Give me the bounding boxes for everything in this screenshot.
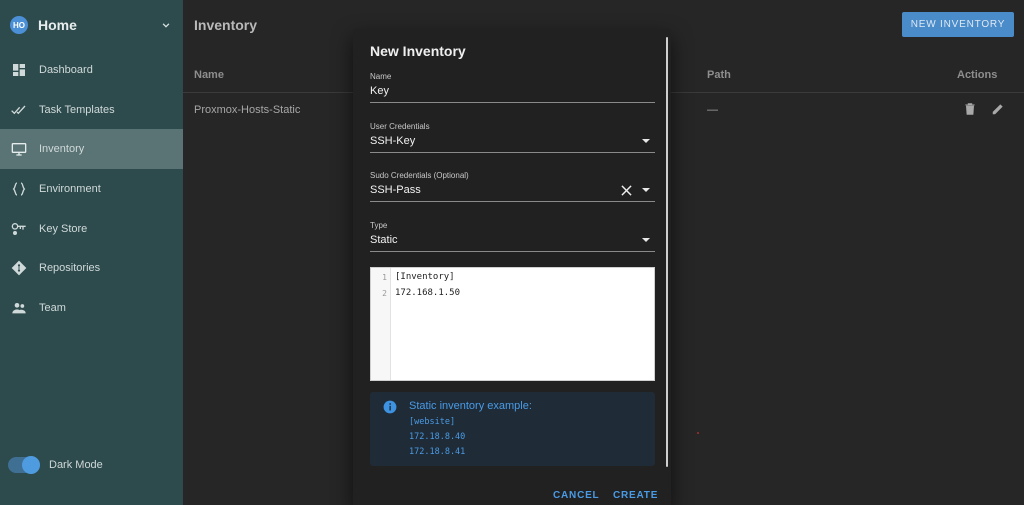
dialog-scrollbar[interactable] <box>666 37 668 467</box>
sidebar-nav: Dashboard Task Templates Inventory Envir… <box>0 50 183 328</box>
monitor-icon <box>10 140 28 158</box>
delete-icon[interactable] <box>963 102 977 116</box>
chevron-down-icon[interactable] <box>159 18 173 32</box>
line-number: 2 <box>382 289 387 298</box>
sudo-credentials-value[interactable]: SSH-Pass <box>370 184 621 196</box>
user-credentials-underline <box>370 152 655 153</box>
info-example-line: [website] <box>409 417 456 427</box>
info-example-line: 172.18.8.40 <box>409 432 466 442</box>
name-label: Name <box>370 72 392 81</box>
type-underline <box>370 251 655 252</box>
new-inventory-dialog: New Inventory Name Key User Credentials … <box>353 29 671 505</box>
dashboard-icon <box>10 61 28 79</box>
sidebar-item-inventory[interactable]: Inventory <box>0 129 183 170</box>
code-line[interactable]: [Inventory] <box>395 272 455 282</box>
dropdown-arrow-icon[interactable] <box>642 139 650 143</box>
info-title: Static inventory example: <box>409 400 532 412</box>
key-icon <box>10 220 28 238</box>
name-field[interactable]: Name Key <box>370 72 655 103</box>
inventory-code-editor[interactable]: 1 2 [Inventory] 172.168.1.50 <box>370 267 655 381</box>
dropdown-arrow-icon[interactable] <box>642 188 650 192</box>
user-credentials-value[interactable]: SSH-Key <box>370 135 642 147</box>
sidebar-item-repositories[interactable]: Repositories <box>0 248 183 288</box>
sidebar-item-key-store[interactable]: Key Store <box>0 209 183 249</box>
sudo-credentials-label: Sudo Credentials (Optional) <box>370 171 469 180</box>
clear-icon[interactable] <box>621 184 632 196</box>
project-title: Home <box>38 17 77 33</box>
row-name[interactable]: Proxmox-Hosts-Static <box>194 104 300 116</box>
column-header-name[interactable]: Name <box>194 69 224 81</box>
column-header-path[interactable]: Path <box>707 69 731 81</box>
sidebar-item-label: Key Store <box>39 222 88 235</box>
info-icon <box>383 400 397 414</box>
page-title: Inventory <box>194 17 258 33</box>
sidebar-item-task-templates[interactable]: Task Templates <box>0 90 183 130</box>
dark-mode-switch[interactable] <box>8 456 40 474</box>
sidebar-item-label: Environment <box>39 182 101 195</box>
column-header-actions: Actions <box>957 69 998 81</box>
new-inventory-button[interactable]: NEW INVENTORY <box>902 12 1014 37</box>
braces-icon <box>10 180 28 198</box>
row-path: — <box>707 104 718 116</box>
edit-icon[interactable] <box>991 102 1005 116</box>
type-label: Type <box>370 221 388 230</box>
user-credentials-select[interactable]: User Credentials SSH-Key <box>370 122 655 153</box>
sidebar: HO Home Dashboard Task Templates Invento… <box>0 0 183 505</box>
sidebar-item-label: Team <box>39 301 66 314</box>
sidebar-item-label: Repositories <box>39 262 101 275</box>
info-example-line: 172.18.8.41 <box>409 447 466 457</box>
user-credentials-label: User Credentials <box>370 122 430 131</box>
sidebar-item-environment[interactable]: Environment <box>0 169 183 209</box>
sidebar-item-dashboard[interactable]: Dashboard <box>0 50 183 90</box>
name-underline <box>370 102 655 103</box>
project-avatar: HO <box>10 16 28 34</box>
dark-mode-toggle[interactable]: Dark Mode <box>8 456 103 474</box>
dark-mode-label: Dark Mode <box>49 459 103 471</box>
sidebar-item-label: Inventory <box>39 143 85 156</box>
sidebar-item-label: Task Templates <box>39 103 115 116</box>
checks-icon <box>10 101 28 119</box>
line-number: 1 <box>382 273 387 282</box>
stray-mark <box>697 432 699 434</box>
sudo-credentials-select[interactable]: Sudo Credentials (Optional) SSH-Pass <box>370 171 655 202</box>
type-select[interactable]: Type Static <box>370 221 655 252</box>
sidebar-item-label: Dashboard <box>39 63 93 76</box>
sudo-credentials-underline <box>370 201 655 202</box>
sidebar-item-team[interactable]: Team <box>0 288 183 328</box>
project-switcher[interactable]: HO Home <box>0 0 183 50</box>
dialog-title: New Inventory <box>370 43 466 59</box>
cancel-button[interactable]: CANCEL <box>553 490 599 501</box>
git-icon <box>10 259 28 277</box>
name-input[interactable]: Key <box>370 85 655 97</box>
people-icon <box>10 299 28 317</box>
editor-gutter: 1 2 <box>371 268 391 380</box>
code-line[interactable]: 172.168.1.50 <box>395 288 460 298</box>
dropdown-arrow-icon[interactable] <box>642 238 650 242</box>
info-alert: Static inventory example: [website] 172.… <box>370 392 655 466</box>
create-button[interactable]: CREATE <box>613 490 658 501</box>
switch-knob <box>22 456 40 474</box>
type-value[interactable]: Static <box>370 234 642 246</box>
